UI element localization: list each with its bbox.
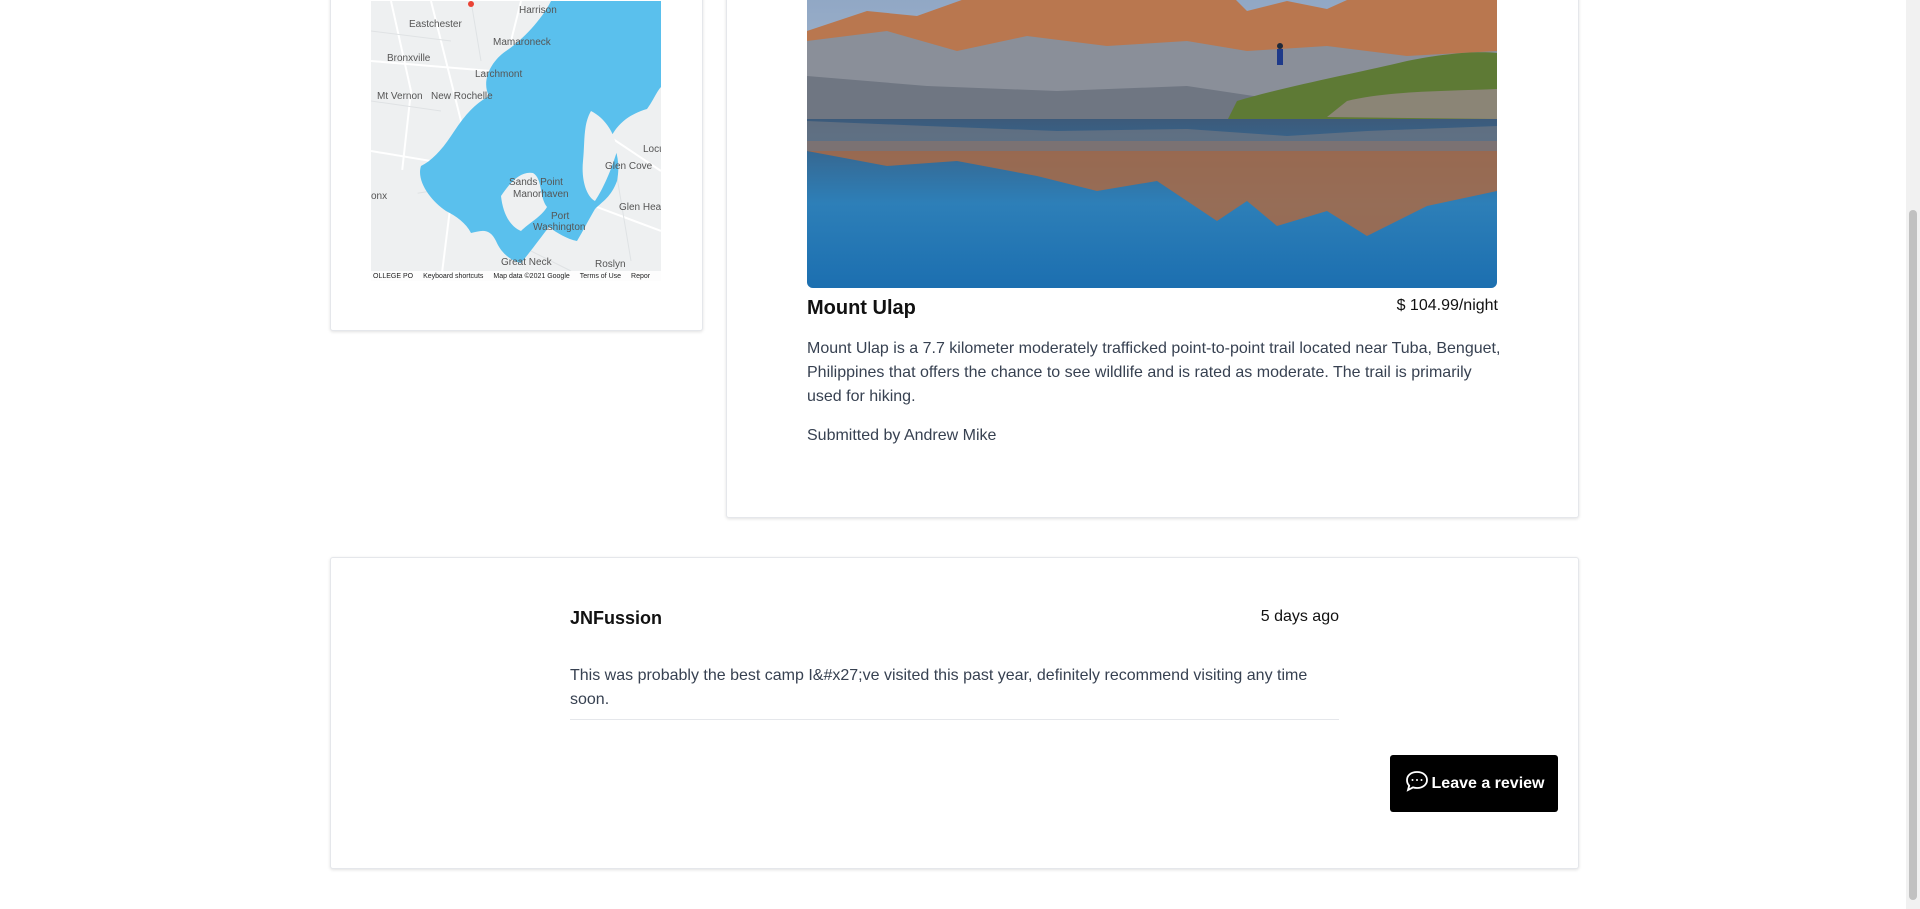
map-footer-left: OLLEGE PO bbox=[373, 272, 414, 280]
campground-title: Mount Ulap bbox=[807, 297, 916, 319]
map-label: Washington bbox=[533, 222, 585, 233]
map-label: Locu bbox=[643, 144, 661, 155]
review-author: JNFussion bbox=[570, 608, 663, 628]
map-label: Port bbox=[551, 211, 570, 222]
map-card: Harrison Eastchester Mamaroneck Bronxvil… bbox=[330, 0, 703, 331]
map-label: Mamaroneck bbox=[493, 37, 552, 48]
map-label: onx bbox=[371, 191, 387, 202]
map-attribution: Map data ©2021 Google bbox=[493, 272, 570, 280]
mountain-lake-image bbox=[807, 0, 1497, 288]
campground-photo bbox=[807, 0, 1497, 288]
chat-bubble-icon bbox=[1404, 769, 1430, 798]
map-label: Manorhaven bbox=[513, 189, 569, 200]
map-label: Larchmont bbox=[475, 69, 522, 80]
map-label: Sands Point bbox=[509, 177, 563, 188]
map-canvas[interactable]: Harrison Eastchester Mamaroneck Bronxvil… bbox=[371, 1, 661, 281]
map-label: Roslyn bbox=[595, 259, 626, 270]
report-link[interactable]: Repor bbox=[631, 273, 650, 280]
map-label: New Rochelle bbox=[431, 91, 493, 102]
review-text: This was probably the best camp I&#x27;v… bbox=[570, 667, 1308, 708]
terms-of-use-link[interactable]: Terms of Use bbox=[580, 273, 621, 280]
campground-description: Mount Ulap is a 7.7 kilometer moderately… bbox=[807, 340, 1501, 405]
review-item: JNFussion 5 days ago This was probably t… bbox=[570, 608, 1339, 720]
review-timestamp: 5 days ago bbox=[1260, 608, 1339, 625]
campground-card: Mount Ulap $ 104.99/night Mount Ulap is … bbox=[726, 0, 1579, 518]
map-label: Eastchester bbox=[409, 19, 462, 30]
map-label: Glen Head bbox=[619, 202, 661, 213]
map-label: Great Neck bbox=[501, 257, 553, 268]
keyboard-shortcuts-link[interactable]: Keyboard shortcuts bbox=[423, 273, 483, 280]
scrollbar-track[interactable] bbox=[1906, 0, 1920, 909]
campground-submitted-by: Submitted by Andrew Mike bbox=[807, 427, 997, 444]
campground-price: $ 104.99/night bbox=[1396, 297, 1498, 314]
map-label: Glen Cove bbox=[605, 161, 653, 172]
map-footer: OLLEGE PO Keyboard shortcuts Map data ©2… bbox=[371, 271, 661, 281]
map-marker-icon[interactable] bbox=[468, 1, 474, 7]
map-label: Mt Vernon bbox=[377, 91, 423, 102]
leave-review-label: Leave a review bbox=[1431, 774, 1545, 792]
location-map[interactable]: Harrison Eastchester Mamaroneck Bronxvil… bbox=[371, 1, 661, 281]
leave-review-button[interactable]: Leave a review bbox=[1390, 755, 1558, 812]
reviews-card: JNFussion 5 days ago This was probably t… bbox=[330, 557, 1579, 869]
map-label: Bronxville bbox=[387, 53, 431, 64]
map-label: Harrison bbox=[519, 5, 557, 16]
scrollbar-thumb[interactable] bbox=[1909, 210, 1917, 900]
